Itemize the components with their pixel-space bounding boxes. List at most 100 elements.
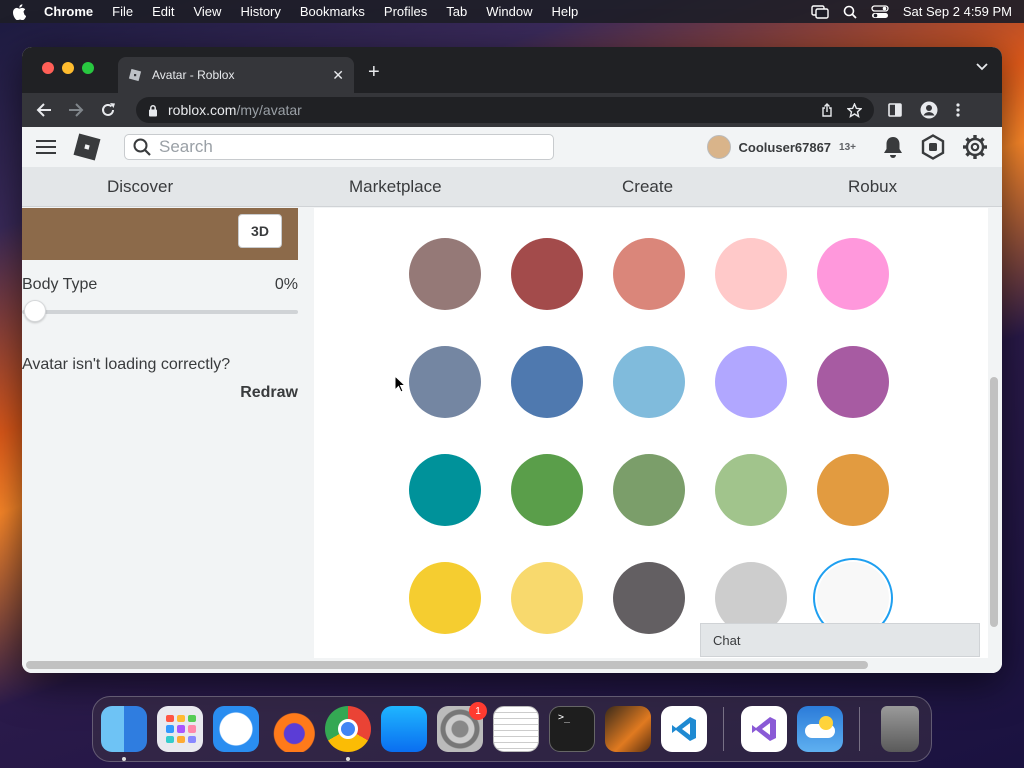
settings-gear-icon[interactable] [962, 134, 988, 160]
skin-tone-swatch[interactable] [409, 454, 481, 526]
close-tab-icon[interactable]: ✕ [332, 67, 344, 84]
vertical-scrollbar[interactable] [990, 377, 998, 627]
horizontal-scrollbar[interactable] [26, 661, 868, 669]
avatar-editor: 3D Body Type 0% Avatar isn't loading cor… [22, 208, 988, 658]
dock-separator [859, 707, 860, 751]
main-nav: Discover Marketplace Create Robux [22, 167, 1002, 207]
age-badge: 13+ [839, 141, 856, 153]
back-button[interactable] [32, 98, 56, 122]
nav-create[interactable]: Create [622, 177, 673, 197]
menu-profiles[interactable]: Profiles [384, 4, 427, 19]
lock-icon[interactable] [148, 104, 158, 117]
toggle-3d-button[interactable]: 3D [238, 214, 282, 248]
browser-toolbar: roblox.com/my/avatar [22, 93, 1002, 127]
menu-tab[interactable]: Tab [446, 4, 467, 19]
roblox-logo-icon[interactable] [72, 132, 102, 162]
menu-bookmarks[interactable]: Bookmarks [300, 4, 365, 19]
notifications-bell-icon[interactable] [882, 135, 904, 159]
redraw-link[interactable]: Redraw [240, 384, 298, 402]
apple-icon[interactable] [12, 3, 26, 20]
finder-icon[interactable] [101, 706, 147, 752]
nav-discover[interactable]: Discover [107, 177, 173, 197]
zoom-window-button[interactable] [82, 62, 94, 74]
spotlight-search-icon[interactable] [843, 5, 857, 19]
hamburger-menu-icon[interactable] [36, 139, 56, 155]
tab-search-chevron-icon[interactable] [976, 63, 988, 71]
tab-title: Avatar - Roblox [152, 68, 235, 82]
menu-view[interactable]: View [193, 4, 221, 19]
app-store-icon[interactable] [381, 706, 427, 752]
minimize-window-button[interactable] [62, 62, 74, 74]
chrome-icon[interactable] [325, 706, 371, 752]
share-icon[interactable] [821, 103, 833, 117]
roblox-favicon-icon [128, 68, 142, 82]
skin-tone-swatch[interactable] [409, 562, 481, 634]
menu-edit[interactable]: Edit [152, 4, 174, 19]
menu-clock[interactable]: Sat Sep 2 4:59 PM [903, 4, 1012, 19]
new-tab-button[interactable]: + [368, 61, 380, 84]
weather-icon[interactable] [797, 706, 843, 752]
avatar-preview: 3D [22, 208, 298, 260]
side-panel-icon[interactable] [888, 103, 902, 117]
nav-robux[interactable]: Robux [848, 177, 897, 197]
user-profile-link[interactable]: Cooluser67867 13+ [706, 135, 856, 159]
body-type-slider[interactable] [22, 300, 298, 322]
garageband-icon[interactable] [605, 706, 651, 752]
trash-icon[interactable] [881, 706, 919, 752]
robux-icon[interactable] [920, 134, 946, 160]
body-type-label: Body Type [22, 276, 98, 293]
vscode-icon[interactable] [661, 706, 707, 752]
skin-tone-swatch[interactable] [511, 346, 583, 418]
notification-badge: 1 [469, 702, 487, 720]
skin-tone-swatch[interactable] [817, 346, 889, 418]
skin-tone-swatch[interactable] [715, 346, 787, 418]
textedit-icon[interactable] [493, 706, 539, 752]
terminal-icon[interactable]: >_ [549, 706, 595, 752]
mouse-cursor-icon [394, 375, 406, 393]
vscode-logo-icon [672, 717, 696, 741]
body-type-value: 0% [274, 276, 298, 293]
profile-icon[interactable] [920, 101, 938, 119]
terminal-prompt-icon: >_ [558, 712, 571, 723]
menu-help[interactable]: Help [552, 4, 579, 19]
control-center-icon[interactable] [871, 4, 889, 19]
chat-bar[interactable]: Chat [700, 623, 980, 657]
nav-marketplace[interactable]: Marketplace [349, 177, 442, 197]
skin-tone-swatch-grid [314, 208, 988, 658]
tab-avatar-roblox[interactable]: Avatar - Roblox ✕ [118, 57, 354, 93]
skin-tone-swatch[interactable] [409, 238, 481, 310]
skin-tone-swatch[interactable] [511, 238, 583, 310]
visual-studio-icon[interactable] [741, 706, 787, 752]
reload-button[interactable] [96, 98, 120, 122]
skin-tone-swatch[interactable] [511, 454, 583, 526]
menu-app-name[interactable]: Chrome [44, 4, 93, 19]
bookmark-star-icon[interactable] [847, 102, 862, 118]
running-indicator [346, 757, 350, 761]
skin-tone-swatch[interactable] [715, 454, 787, 526]
forward-button[interactable] [64, 98, 88, 122]
skin-tone-swatch[interactable] [613, 238, 685, 310]
skin-tone-swatch[interactable] [613, 346, 685, 418]
screen-mirroring-icon[interactable] [811, 4, 829, 19]
more-vertical-icon[interactable] [956, 103, 960, 117]
search-input[interactable]: Search [124, 134, 554, 160]
menu-file[interactable]: File [112, 4, 133, 19]
skin-tone-swatch[interactable] [817, 238, 889, 310]
slider-thumb[interactable] [24, 300, 46, 322]
skin-tone-swatch[interactable] [613, 562, 685, 634]
skin-tone-swatch[interactable] [613, 454, 685, 526]
skin-tone-swatch[interactable] [817, 454, 889, 526]
firefox-icon[interactable] [269, 706, 315, 752]
menu-history[interactable]: History [240, 4, 280, 19]
address-bar[interactable]: roblox.com/my/avatar [136, 97, 874, 123]
avatar-preview-panel: 3D Body Type 0% Avatar isn't loading cor… [22, 208, 300, 658]
skin-tone-swatch[interactable] [511, 562, 583, 634]
skin-tone-swatch[interactable] [409, 346, 481, 418]
skin-tone-swatch[interactable] [715, 238, 787, 310]
close-window-button[interactable] [42, 62, 54, 74]
menu-window[interactable]: Window [486, 4, 532, 19]
safari-icon[interactable] [213, 706, 259, 752]
visual-studio-logo-icon [752, 717, 776, 741]
launchpad-icon[interactable] [157, 706, 203, 752]
url-host: roblox.com [168, 102, 237, 118]
